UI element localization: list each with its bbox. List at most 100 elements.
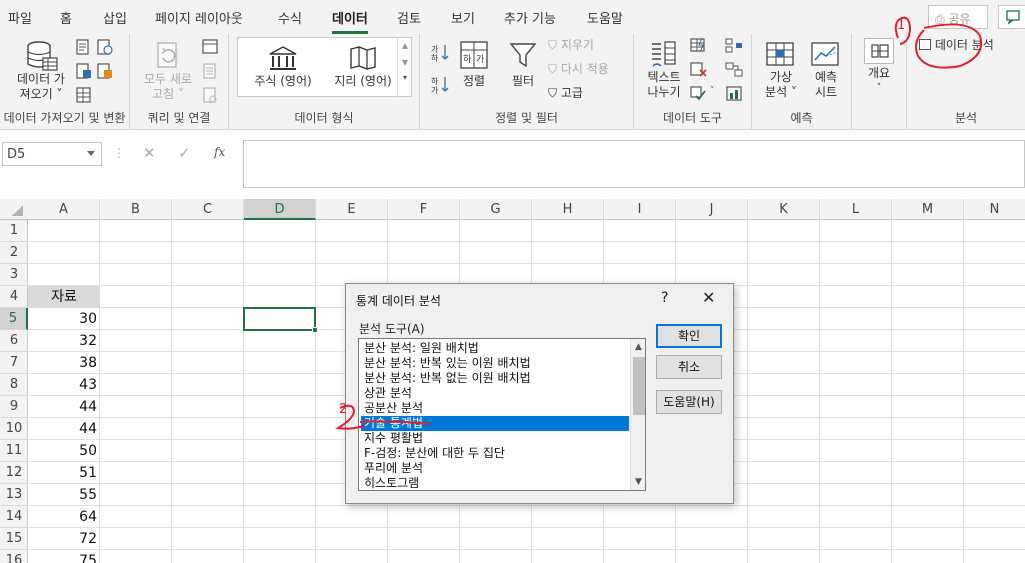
cell-a4[interactable]: 자료 — [28, 286, 100, 308]
cell-value[interactable]: 50 — [28, 440, 100, 462]
data-validation-dropdown-icon[interactable]: ˅ — [710, 86, 715, 96]
cell-value[interactable]: 43 — [28, 374, 100, 396]
list-item[interactable]: 히스토그램 — [361, 476, 629, 490]
geography-button[interactable]: 지리 (영어) — [323, 40, 403, 96]
tab-page-layout[interactable]: 페이지 레이아웃 — [155, 8, 243, 27]
comment-button[interactable] — [998, 5, 1025, 29]
list-item[interactable]: 상관 분석 — [361, 386, 629, 401]
column-header-n[interactable]: N — [964, 199, 1025, 220]
formula-input[interactable] — [243, 140, 1025, 188]
forecast-sheet-button[interactable]: 예측 시트 — [806, 40, 846, 104]
tab-review[interactable]: 검토 — [397, 8, 421, 27]
row-header[interactable]: 3 — [0, 264, 28, 286]
clear-button[interactable]: ⛉ 지우기 — [548, 38, 594, 56]
filter-button[interactable]: 필터 — [502, 40, 544, 96]
scroll-down-icon[interactable]: ▼ — [635, 477, 642, 487]
cell-value[interactable]: 38 — [28, 352, 100, 374]
cell-value[interactable]: 32 — [28, 330, 100, 352]
analysis-tools-listbox[interactable]: 분산 분석: 일원 배치법 분산 분석: 반복 있는 이원 배치법 분산 분석:… — [358, 338, 646, 491]
list-item[interactable]: 공분산 분석 — [361, 401, 629, 416]
cell-value[interactable]: 51 — [28, 462, 100, 484]
tab-data[interactable]: 데이터 — [332, 8, 368, 34]
what-if-button[interactable]: 가상 분석 ˅ — [760, 40, 802, 104]
list-item[interactable]: 지수 평활법 — [361, 431, 629, 446]
column-header-e[interactable]: E — [316, 199, 388, 220]
column-header-c[interactable]: C — [172, 199, 244, 220]
name-box-dropdown-icon[interactable] — [87, 151, 95, 156]
row-header[interactable]: 14 — [0, 506, 28, 528]
scroll-up-icon[interactable]: ▲ — [635, 342, 642, 352]
row-header[interactable]: 12 — [0, 462, 28, 484]
cell-value[interactable]: 75 — [28, 550, 100, 563]
reapply-button[interactable]: ⛉ 다시 적용 — [548, 62, 609, 80]
text-to-columns-button[interactable]: 텍스트 나누기 — [640, 40, 688, 104]
row-header[interactable]: 10 — [0, 418, 28, 440]
data-analysis-button[interactable]: 데이터 분석 — [919, 38, 994, 56]
dialog-help-icon[interactable]: ? — [661, 290, 668, 306]
cell-value[interactable]: 30 — [28, 308, 100, 330]
select-all-icon[interactable] — [10, 205, 24, 217]
row-header[interactable]: 7 — [0, 352, 28, 374]
column-header-m[interactable]: M — [892, 199, 964, 220]
list-item[interactable]: F-검정: 분산에 대한 두 집단 — [361, 446, 629, 461]
cancel-button[interactable]: 취소 — [656, 355, 722, 379]
cell-value[interactable]: 55 — [28, 484, 100, 506]
name-box[interactable]: D5 — [2, 142, 102, 166]
row-header[interactable]: 2 — [0, 242, 28, 264]
tab-file[interactable]: 파일 — [8, 8, 32, 27]
dialog-close-icon[interactable]: ✕ — [702, 288, 715, 307]
row-header[interactable]: 5 — [0, 308, 28, 330]
cell-value[interactable]: 44 — [28, 396, 100, 418]
list-item[interactable]: 분산 분석: 일원 배치법 — [361, 341, 629, 356]
sort-button[interactable]: 하가 정렬 — [456, 40, 492, 96]
row-header[interactable]: 15 — [0, 528, 28, 550]
row-header[interactable]: 16 — [0, 550, 28, 563]
outline-button[interactable]: 개요 ˅ — [862, 38, 896, 102]
row-header[interactable]: 11 — [0, 440, 28, 462]
row-header[interactable]: 4 — [0, 286, 28, 308]
row-header[interactable]: 6 — [0, 330, 28, 352]
help-button[interactable]: 도움말(H) — [656, 390, 722, 414]
tab-view[interactable]: 보기 — [451, 8, 475, 27]
gallery-scroll[interactable]: ▲ ▼ ▾ — [397, 37, 412, 97]
tab-addins[interactable]: 추가 기능 — [504, 8, 556, 27]
cell-value[interactable]: 72 — [28, 528, 100, 550]
column-header-i[interactable]: I — [604, 199, 676, 220]
listbox-scrollbar[interactable]: ▲ ▼ — [630, 339, 645, 490]
column-header-f[interactable]: F — [388, 199, 460, 220]
column-header-a[interactable]: A — [28, 199, 100, 220]
list-item[interactable]: 푸리에 분석 — [361, 461, 629, 476]
get-data-button[interactable]: 데이터 가 져오기 ˅ — [10, 40, 72, 108]
refresh-all-button[interactable]: 모두 새로 고침 ˅ — [138, 40, 198, 108]
insert-function-icon[interactable]: fx — [214, 145, 225, 159]
column-header-h[interactable]: H — [532, 199, 604, 220]
column-header-l[interactable]: L — [820, 199, 892, 220]
enter-icon[interactable]: ✓ — [178, 144, 191, 162]
column-header-k[interactable]: K — [748, 199, 820, 220]
column-header-j[interactable]: J — [676, 199, 748, 220]
cell-value[interactable]: 44 — [28, 418, 100, 440]
list-item[interactable]: 분산 분석: 반복 있는 이원 배치법 — [361, 356, 629, 371]
stocks-button[interactable]: 주식 (영어) — [243, 40, 323, 96]
tab-help[interactable]: 도움말 — [587, 8, 623, 27]
scroll-thumb[interactable] — [633, 357, 645, 415]
cell-value[interactable]: 64 — [28, 506, 100, 528]
tab-formulas[interactable]: 수식 — [278, 8, 302, 27]
row-header[interactable]: 8 — [0, 374, 28, 396]
cancel-icon[interactable]: ✕ — [143, 144, 156, 162]
column-header-d[interactable]: D — [244, 199, 316, 220]
fill-handle[interactable] — [312, 327, 318, 333]
column-header-b[interactable]: B — [100, 199, 172, 220]
column-header-g[interactable]: G — [460, 199, 532, 220]
list-item-selected[interactable]: 기술 통계법 — [361, 416, 629, 431]
row-header[interactable]: 1 — [0, 220, 28, 242]
list-item[interactable]: 분산 분석: 반복 없는 이원 배치법 — [361, 371, 629, 386]
tab-insert[interactable]: 삽입 — [103, 8, 127, 27]
advanced-button[interactable]: ⛉ 고급 — [548, 86, 583, 104]
tab-home[interactable]: 홈 — [60, 8, 72, 27]
active-cell-d5[interactable] — [243, 307, 318, 333]
row-header[interactable]: 13 — [0, 484, 28, 506]
ok-button[interactable]: 확인 — [656, 324, 722, 348]
row-header[interactable]: 9 — [0, 396, 28, 418]
share-button[interactable]: ⎙ 공유 — [928, 5, 988, 29]
